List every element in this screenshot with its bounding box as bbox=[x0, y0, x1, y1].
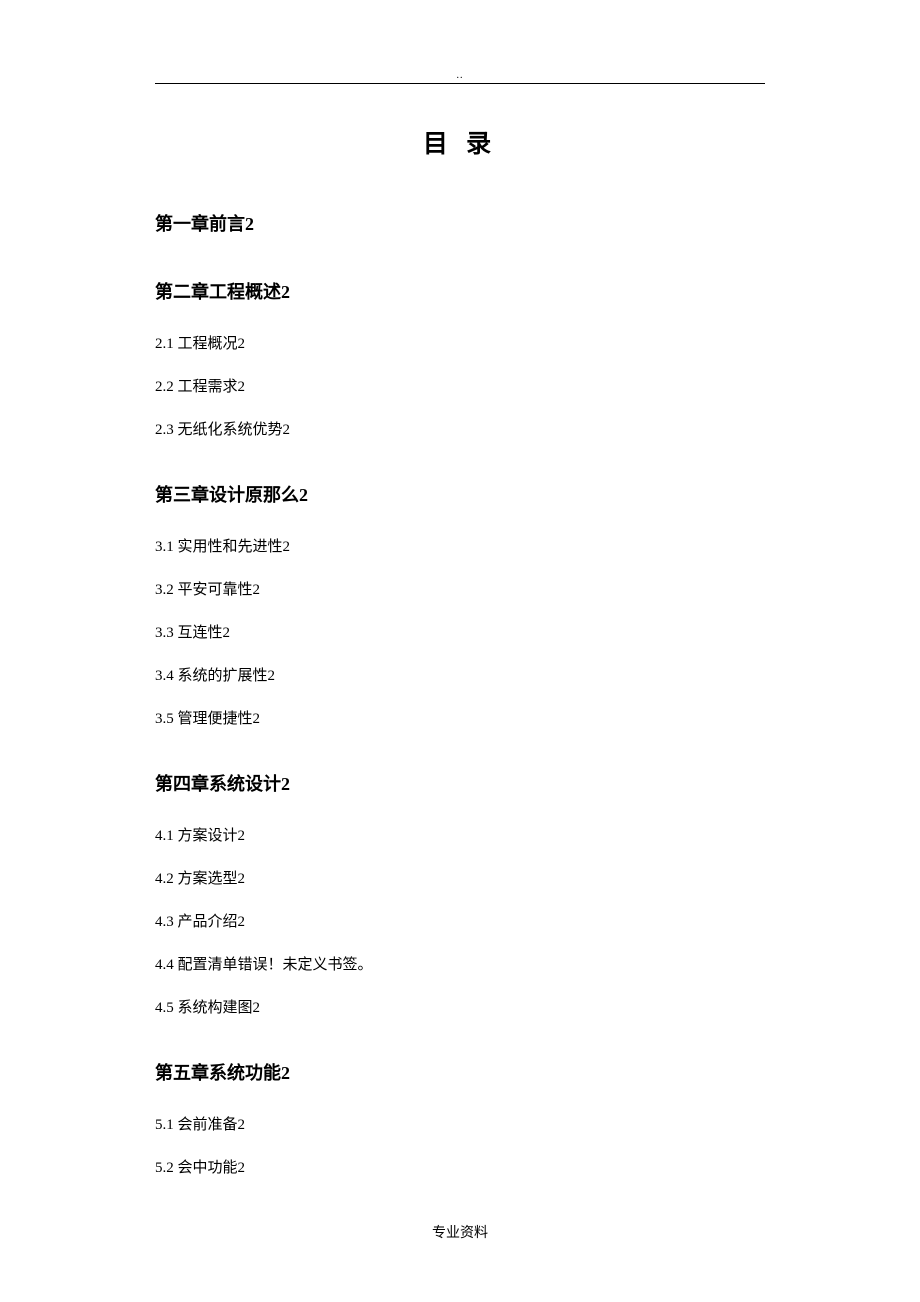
sub-num: 3.3 bbox=[155, 625, 174, 641]
header-mark: .. bbox=[155, 70, 765, 81]
toc-sub-item: 3.3 互连性2 bbox=[155, 621, 765, 642]
toc-sub-item: 5.1 会前准备2 bbox=[155, 1113, 765, 1134]
sub-page: 2 bbox=[253, 1000, 261, 1016]
sub-label: 管理便捷性 bbox=[174, 711, 253, 727]
footer-text: 专业资料 bbox=[0, 1222, 920, 1242]
chapter-label: 第四章系统设计 bbox=[155, 774, 281, 794]
toc-sub-item: 4.2 方案选型2 bbox=[155, 867, 765, 888]
sub-page: 2 bbox=[283, 422, 291, 438]
toc-sub-item: 3.5 管理便捷性2 bbox=[155, 707, 765, 728]
sub-label: 无纸化系统优势 bbox=[174, 422, 283, 438]
toc-sub-item: 5.2 会中功能2 bbox=[155, 1156, 765, 1177]
toc-sub-item: 2.3 无纸化系统优势2 bbox=[155, 418, 765, 439]
sub-num: 4.3 bbox=[155, 914, 174, 930]
sub-page: 2 bbox=[223, 625, 231, 641]
toc-sub-item: 4.5 系统构建图2 bbox=[155, 996, 765, 1017]
sub-page: 2 bbox=[238, 1117, 246, 1133]
chapter-page: 2 bbox=[299, 485, 308, 505]
sub-page: 2 bbox=[238, 379, 246, 395]
chapter-label: 第一章前言 bbox=[155, 214, 245, 234]
page-title: 目 录 bbox=[155, 124, 765, 160]
sub-label: 系统构建图 bbox=[174, 1000, 253, 1016]
sub-num: 5.2 bbox=[155, 1160, 174, 1176]
sub-page: 2 bbox=[238, 914, 246, 930]
sub-num: 3.4 bbox=[155, 668, 174, 684]
sub-num: 2.2 bbox=[155, 379, 174, 395]
sub-label: 产品介绍 bbox=[174, 914, 238, 930]
chapter-page: 2 bbox=[281, 774, 290, 794]
sub-num: 4.4 bbox=[155, 957, 174, 973]
sub-label: 方案选型 bbox=[174, 871, 238, 887]
sub-page: 2 bbox=[268, 668, 276, 684]
sub-num: 2.1 bbox=[155, 336, 174, 352]
sub-page: 2 bbox=[283, 539, 291, 555]
sub-label: 配置清单 bbox=[174, 957, 238, 973]
sub-error: 错误！未定义书签。 bbox=[238, 957, 373, 973]
sub-label: 会中功能 bbox=[174, 1160, 238, 1176]
sub-label: 工程需求 bbox=[174, 379, 238, 395]
toc-chapter: 第一章前言2 bbox=[155, 210, 765, 236]
toc-sub-item: 4.4 配置清单错误！未定义书签。 bbox=[155, 953, 765, 974]
sub-page: 2 bbox=[253, 582, 261, 598]
chapter-page: 2 bbox=[281, 1063, 290, 1083]
sub-label: 互连性 bbox=[174, 625, 223, 641]
sub-num: 4.2 bbox=[155, 871, 174, 887]
chapter-label: 第五章系统功能 bbox=[155, 1063, 281, 1083]
sub-num: 2.3 bbox=[155, 422, 174, 438]
sub-label: 方案设计 bbox=[174, 828, 238, 844]
chapter-page: 2 bbox=[245, 214, 254, 234]
toc-chapter: 第四章系统设计2 bbox=[155, 770, 765, 796]
toc-sub-item: 4.1 方案设计2 bbox=[155, 824, 765, 845]
toc: 第一章前言2 第二章工程概述2 2.1 工程概况2 2.2 工程需求2 2.3 … bbox=[155, 210, 765, 1177]
sub-num: 3.2 bbox=[155, 582, 174, 598]
chapter-label: 第三章设计原那么 bbox=[155, 485, 299, 505]
sub-num: 3.1 bbox=[155, 539, 174, 555]
sub-num: 5.1 bbox=[155, 1117, 174, 1133]
toc-sub-item: 3.4 系统的扩展性2 bbox=[155, 664, 765, 685]
toc-sub-item: 4.3 产品介绍2 bbox=[155, 910, 765, 931]
toc-sub-item: 2.1 工程概况2 bbox=[155, 332, 765, 353]
sub-num: 4.5 bbox=[155, 1000, 174, 1016]
toc-chapter: 第二章工程概述2 bbox=[155, 278, 765, 304]
toc-sub-item: 3.2 平安可靠性2 bbox=[155, 578, 765, 599]
sub-page: 2 bbox=[238, 871, 246, 887]
sub-page: 2 bbox=[238, 1160, 246, 1176]
toc-sub-item: 3.1 实用性和先进性2 bbox=[155, 535, 765, 556]
sub-label: 系统的扩展性 bbox=[174, 668, 268, 684]
toc-sub-item: 2.2 工程需求2 bbox=[155, 375, 765, 396]
chapter-label: 第二章工程概述 bbox=[155, 282, 281, 302]
sub-page: 2 bbox=[238, 828, 246, 844]
toc-chapter: 第五章系统功能2 bbox=[155, 1059, 765, 1085]
toc-chapter: 第三章设计原那么2 bbox=[155, 481, 765, 507]
header-rule bbox=[155, 83, 765, 84]
sub-label: 工程概况 bbox=[174, 336, 238, 352]
sub-label: 平安可靠性 bbox=[174, 582, 253, 598]
sub-label: 会前准备 bbox=[174, 1117, 238, 1133]
document-page: .. 目 录 第一章前言2 第二章工程概述2 2.1 工程概况2 2.2 工程需… bbox=[0, 0, 920, 1177]
sub-page: 2 bbox=[253, 711, 261, 727]
sub-page: 2 bbox=[238, 336, 246, 352]
sub-label: 实用性和先进性 bbox=[174, 539, 283, 555]
sub-num: 3.5 bbox=[155, 711, 174, 727]
chapter-page: 2 bbox=[281, 282, 290, 302]
sub-num: 4.1 bbox=[155, 828, 174, 844]
